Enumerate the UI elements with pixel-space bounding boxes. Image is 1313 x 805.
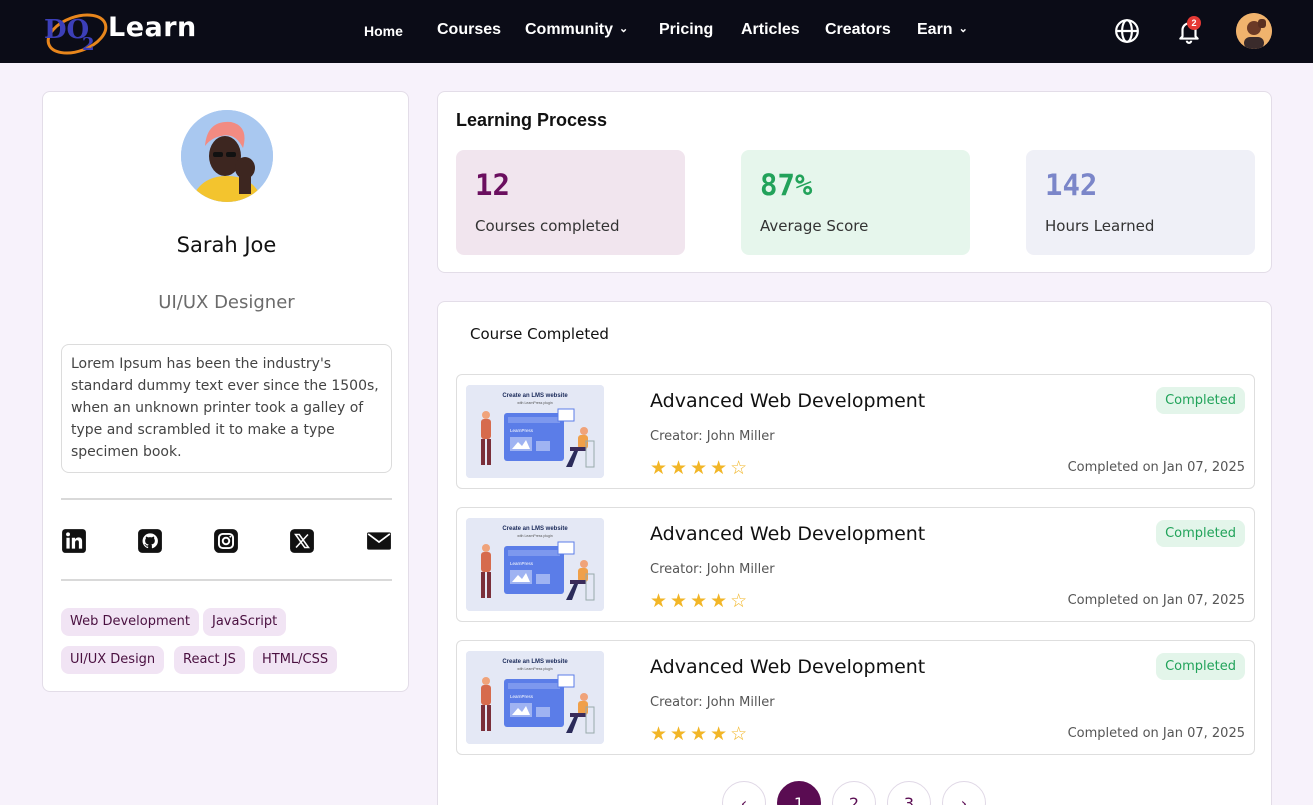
- skill-tag: UI/UX Design: [61, 646, 165, 674]
- nav-articles[interactable]: Articles: [741, 21, 800, 39]
- github-icon[interactable]: [137, 528, 163, 554]
- thumb-title: Create an LMS website: [502, 526, 568, 532]
- course-completed-card: Course Completed Create an LMS website wi…: [437, 301, 1272, 805]
- course-creator: Creator: John Miller: [650, 429, 775, 444]
- course-title[interactable]: Advanced Web Development: [650, 523, 925, 545]
- user-avatar[interactable]: [1236, 13, 1272, 49]
- stat-value: 142: [1045, 168, 1098, 202]
- nav-creators[interactable]: Creators: [825, 21, 891, 39]
- course-creator: Creator: John Miller: [650, 695, 775, 710]
- thumb-title: Create an LMS website: [502, 659, 568, 665]
- chevron-down-icon: ⌄: [619, 23, 629, 35]
- divider: [61, 579, 392, 581]
- linkedin-icon[interactable]: [61, 528, 87, 554]
- status-badge: Completed: [1156, 653, 1245, 680]
- course-creator: Creator: John Miller: [650, 562, 775, 577]
- learning-process-card: Learning Process 12 Courses completed 87…: [437, 91, 1272, 273]
- empty-star-icon: ☆: [730, 723, 751, 745]
- skill-tag: HTML/CSS: [253, 646, 338, 674]
- x-icon[interactable]: [289, 528, 315, 554]
- empty-star-icon: ☆: [730, 457, 751, 479]
- instagram-icon[interactable]: [213, 528, 239, 554]
- course-thumbnail: Create an LMS website with LearnPress plu…: [466, 385, 604, 478]
- nav-home[interactable]: Home: [364, 23, 403, 39]
- completion-date: Completed on Jan 07, 2025: [1067, 726, 1245, 741]
- svg-text:2: 2: [82, 34, 95, 55]
- completion-date: Completed on Jan 07, 2025: [1067, 460, 1245, 475]
- star-rating: ★★★★☆: [650, 723, 751, 745]
- profile-role: UI/UX Designer: [158, 292, 295, 313]
- star-rating: ★★★★☆: [650, 590, 751, 612]
- skill-tag: Web Development: [61, 608, 199, 636]
- course-row[interactable]: Create an LMS website with LearnPress plu…: [456, 507, 1255, 622]
- course-row[interactable]: Create an LMS website with LearnPress plu…: [456, 640, 1255, 755]
- nav-earn-label: Earn: [917, 21, 953, 38]
- thumb-subtitle: with LearnPress plugin: [517, 667, 552, 671]
- learning-process-title: Learning Process: [456, 110, 608, 130]
- profile-card: Sarah Joe UI/UX Designer Lorem Ipsum has…: [42, 91, 409, 692]
- empty-star-icon: ☆: [730, 590, 751, 612]
- thumb-brand: LearnPress: [510, 428, 534, 433]
- thumb-brand: LearnPress: [510, 694, 534, 699]
- star-rating: ★★★★☆: [650, 457, 751, 479]
- stat-value: 12: [475, 168, 510, 202]
- stat-label: Average Score: [760, 217, 869, 235]
- thumb-title: Create an LMS website: [502, 393, 568, 399]
- status-badge: Completed: [1156, 387, 1245, 414]
- logo-mark-icon: DO 2: [44, 13, 108, 55]
- nav-pricing[interactable]: Pricing: [659, 21, 713, 39]
- notification-badge: 2: [1187, 16, 1201, 30]
- skill-tag: JavaScript: [203, 608, 287, 636]
- divider: [61, 498, 392, 500]
- nav-earn[interactable]: Earn ⌄: [917, 21, 968, 39]
- course-title[interactable]: Advanced Web Development: [650, 656, 925, 678]
- top-nav: DO 2 Learn Home Courses Community ⌄ Prici…: [0, 0, 1313, 63]
- stat-courses-completed: 12 Courses completed: [456, 150, 685, 255]
- thumb-subtitle: with LearnPress plugin: [517, 401, 552, 405]
- course-completed-title: Course Completed: [470, 325, 609, 343]
- globe-icon[interactable]: [1114, 18, 1140, 44]
- thumb-subtitle: with LearnPress plugin: [517, 534, 552, 538]
- stat-label: Hours Learned: [1045, 217, 1155, 235]
- stat-value: 87%: [760, 168, 813, 202]
- mail-icon[interactable]: [366, 528, 392, 554]
- course-row[interactable]: Create an LMS website with LearnPress plu…: [456, 374, 1255, 489]
- brand-name: Learn: [108, 12, 197, 43]
- profile-bio: Lorem Ipsum has been the industry's stan…: [61, 344, 392, 473]
- stat-hours-learned: 142 Hours Learned: [1026, 150, 1255, 255]
- completion-date: Completed on Jan 07, 2025: [1067, 593, 1245, 608]
- thumb-brand: LearnPress: [510, 561, 534, 566]
- course-thumbnail: Create an LMS website with LearnPress plu…: [466, 518, 604, 611]
- stat-label: Courses completed: [475, 217, 620, 235]
- skill-tag: React JS: [174, 646, 245, 674]
- course-thumbnail: Create an LMS website with LearnPress plu…: [466, 651, 604, 744]
- status-badge: Completed: [1156, 520, 1245, 547]
- nav-community-label: Community: [525, 21, 613, 38]
- profile-avatar: [181, 110, 273, 202]
- profile-name: Sarah Joe: [176, 233, 277, 257]
- nav-community[interactable]: Community ⌄: [525, 21, 628, 39]
- stat-average-score: 87% Average Score: [741, 150, 970, 255]
- nav-courses[interactable]: Courses: [437, 21, 501, 39]
- course-title[interactable]: Advanced Web Development: [650, 390, 925, 412]
- chevron-down-icon: ⌄: [958, 23, 968, 35]
